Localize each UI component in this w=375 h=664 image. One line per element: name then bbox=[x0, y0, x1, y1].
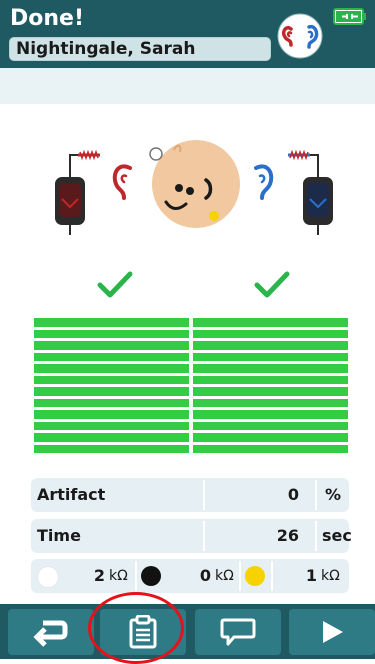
result-bar bbox=[34, 410, 189, 419]
impedance-row: 2 kΩ 0 kΩ 1 kΩ bbox=[31, 559, 349, 593]
result-bar bbox=[193, 421, 348, 430]
time-value: 26 bbox=[276, 526, 299, 545]
right-ear-result-bars bbox=[193, 318, 348, 456]
result-bar bbox=[34, 318, 189, 327]
left-pass-check-icon bbox=[97, 271, 133, 298]
result-bar bbox=[34, 341, 189, 350]
left-ear-icon bbox=[112, 164, 132, 200]
impedance-yellow-value: 1 bbox=[305, 566, 317, 585]
time-label: Time bbox=[37, 526, 81, 545]
artifact-label: Artifact bbox=[37, 485, 106, 504]
highlight-ring bbox=[88, 592, 184, 664]
artifact-unit: % bbox=[325, 485, 342, 504]
comment-icon bbox=[220, 618, 256, 646]
result-bar bbox=[34, 444, 189, 453]
result-bar bbox=[34, 329, 189, 338]
result-bar bbox=[193, 341, 348, 350]
white-electrode-icon bbox=[37, 566, 59, 588]
impedance-white-value: 2 bbox=[93, 566, 105, 585]
yellow-electrode-icon bbox=[245, 566, 265, 586]
result-bar bbox=[34, 387, 189, 396]
divider bbox=[315, 480, 317, 510]
bottom-toolbar bbox=[0, 604, 375, 659]
subheader-bar bbox=[0, 68, 375, 105]
impedance-black-value: 0 bbox=[199, 566, 211, 585]
status-title: Done! bbox=[10, 6, 84, 31]
divider bbox=[203, 521, 205, 551]
divider bbox=[271, 561, 273, 591]
time-row: Time 26 sec bbox=[31, 519, 352, 553]
result-bar bbox=[34, 433, 189, 442]
ears-logo-icon[interactable] bbox=[277, 13, 323, 59]
right-ear-probe-icon bbox=[288, 149, 333, 235]
artifact-row: Artifact 0 % bbox=[31, 478, 349, 512]
result-bar bbox=[34, 364, 189, 373]
infant-face-icon bbox=[149, 140, 240, 228]
left-ear-probe-icon bbox=[55, 149, 100, 235]
impedance-white-unit: kΩ bbox=[109, 568, 128, 584]
result-bar bbox=[193, 387, 348, 396]
black-electrode-icon bbox=[141, 566, 161, 586]
result-bar bbox=[34, 352, 189, 361]
artifact-value: 0 bbox=[287, 485, 299, 504]
result-bar bbox=[193, 329, 348, 338]
result-bar bbox=[193, 318, 348, 327]
return-icon bbox=[33, 620, 68, 647]
play-button[interactable] bbox=[289, 609, 375, 655]
result-bar bbox=[193, 444, 348, 453]
result-bar bbox=[34, 421, 189, 430]
left-ear-result-bars bbox=[34, 318, 189, 456]
app-header: Done! Nightingale, Sarah bbox=[0, 0, 375, 68]
divider bbox=[315, 521, 317, 551]
patient-name-field[interactable]: Nightingale, Sarah bbox=[9, 37, 271, 61]
result-bar bbox=[193, 398, 348, 407]
result-bar bbox=[193, 364, 348, 373]
right-pass-check-icon bbox=[254, 271, 290, 298]
impedance-yellow-unit: kΩ bbox=[321, 568, 340, 584]
impedance-black-unit: kΩ bbox=[215, 568, 234, 584]
time-unit: sec bbox=[322, 526, 352, 545]
result-bar bbox=[34, 375, 189, 384]
battery-icon bbox=[333, 8, 366, 25]
comment-button[interactable] bbox=[195, 609, 281, 655]
result-bar bbox=[193, 352, 348, 361]
divider bbox=[239, 561, 241, 591]
right-ear-icon bbox=[254, 164, 274, 200]
divider bbox=[203, 480, 205, 510]
result-bar bbox=[193, 375, 348, 384]
return-button[interactable] bbox=[8, 609, 94, 655]
result-bar bbox=[34, 398, 189, 407]
divider bbox=[135, 561, 137, 591]
play-icon bbox=[323, 621, 343, 643]
result-bar bbox=[193, 433, 348, 442]
result-bar bbox=[193, 410, 348, 419]
